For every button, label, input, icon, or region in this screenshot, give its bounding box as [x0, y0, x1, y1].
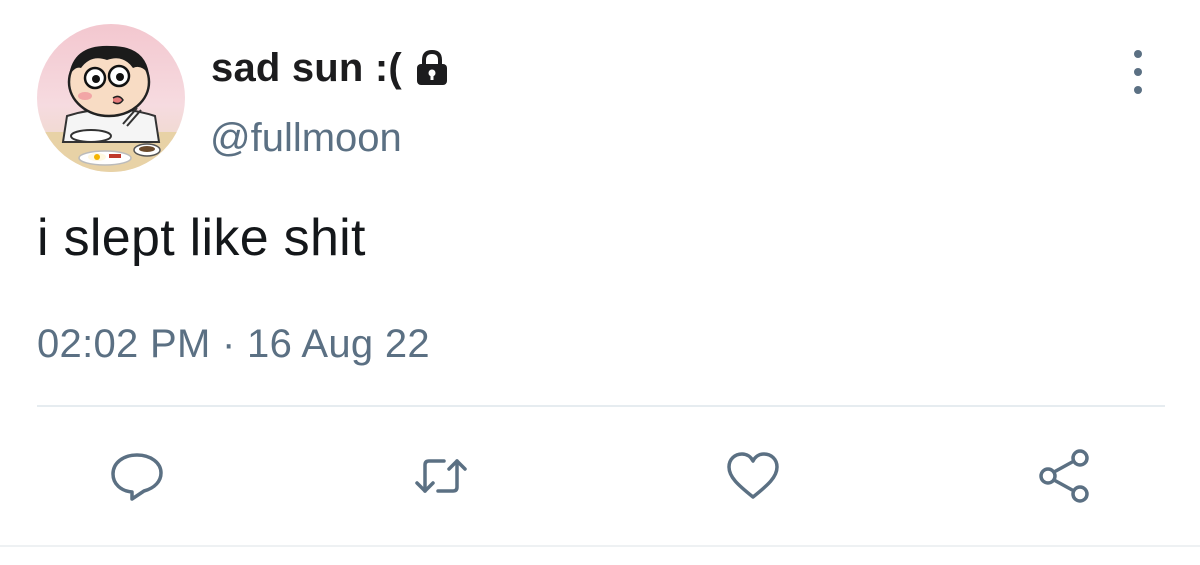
user-handle[interactable]: @fullmoon	[210, 116, 402, 161]
display-name[interactable]: sad sun :(	[211, 46, 402, 91]
divider-bottom	[0, 545, 1200, 547]
tweet-card: sad sun :( @fullmoon i slept like shit 0…	[0, 0, 1200, 565]
display-name-row[interactable]: sad sun :(	[211, 40, 452, 96]
avatar[interactable]	[37, 24, 185, 172]
reply-button[interactable]	[107, 446, 167, 506]
heart-icon	[727, 452, 779, 499]
cartoon-avatar-image	[37, 45, 185, 172]
more-icon-dot	[1134, 86, 1142, 94]
tweet-text: i slept like shit	[37, 209, 366, 267]
divider	[37, 405, 1165, 407]
tweet-timestamp[interactable]: 02:02 PM · 16 Aug 22	[37, 322, 430, 367]
retweet-icon	[415, 459, 467, 493]
like-button[interactable]	[723, 446, 783, 506]
retweet-button[interactable]	[411, 446, 471, 506]
more-icon	[1134, 50, 1142, 58]
share-icon	[1039, 449, 1089, 503]
more-icon-dot	[1134, 68, 1142, 76]
share-button[interactable]	[1035, 446, 1095, 506]
reply-icon	[111, 453, 163, 501]
more-options-button[interactable]	[1122, 50, 1154, 94]
lock-icon	[412, 48, 452, 88]
